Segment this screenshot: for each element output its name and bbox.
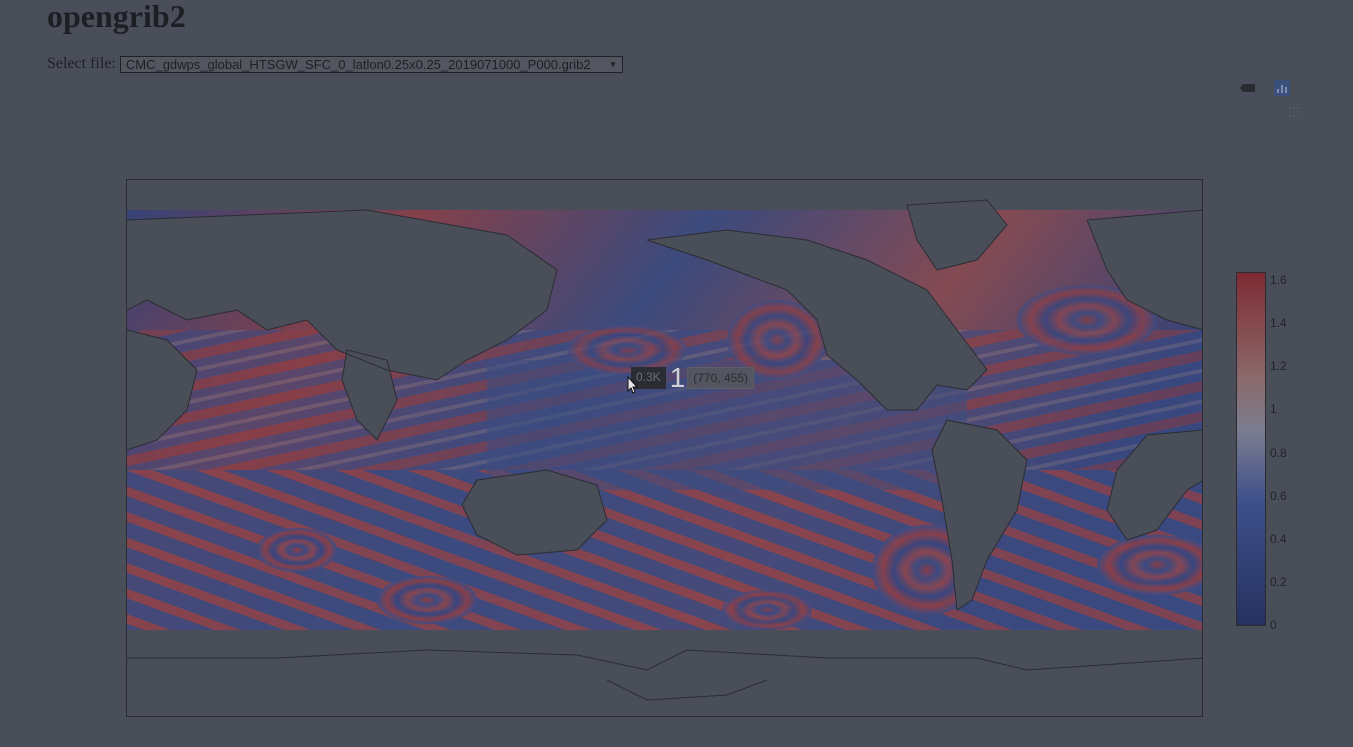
- pan-icon[interactable]: [1287, 105, 1301, 119]
- colorbar-tick-label: 0.8: [1270, 445, 1287, 460]
- colorbar-tick-label: 1: [1270, 402, 1277, 417]
- colorbar-tick-label: 0.4: [1270, 531, 1287, 546]
- file-select-label: Select file:: [47, 55, 116, 72]
- colorbar-tick-label: 0.2: [1270, 574, 1287, 589]
- file-select-value: CMC_gdwps_global_HTSGW_SFC_0_latlon0.25x…: [125, 56, 591, 72]
- colorbar-tick-label: 1.2: [1270, 359, 1287, 374]
- hover-coord-label: (770, 455): [687, 367, 754, 389]
- colorbar-tick-label: 1.6: [1270, 273, 1287, 287]
- hover-tooltip: 0.3K 1 (770, 455): [631, 362, 754, 393]
- colorbar: [1236, 272, 1266, 626]
- chevron-down-icon: ▼: [608, 59, 617, 69]
- colorbar-tick-label: 0: [1270, 618, 1277, 632]
- page-title: opengrib2: [47, 0, 186, 34]
- toggle-hover-icon[interactable]: [1240, 80, 1256, 96]
- file-select-dropdown[interactable]: CMC_gdwps_global_HTSGW_SFC_0_latlon0.25x…: [119, 55, 623, 73]
- hover-annotation: 1: [669, 362, 686, 393]
- colorbar-tick-label: 0.6: [1270, 488, 1287, 503]
- wave-height-map[interactable]: [127, 180, 1203, 717]
- plotly-logo-icon[interactable]: [1274, 80, 1290, 96]
- colorbar-tick-label: 1.4: [1270, 316, 1287, 331]
- file-select-row: Select file: CMC_gdwps_global_HTSGW_SFC_…: [47, 55, 623, 73]
- colorbar-gradient: [1237, 273, 1265, 625]
- mouse-cursor-icon: [627, 375, 639, 399]
- map-plot-area[interactable]: [126, 179, 1203, 717]
- plot-modebar: [1240, 80, 1290, 96]
